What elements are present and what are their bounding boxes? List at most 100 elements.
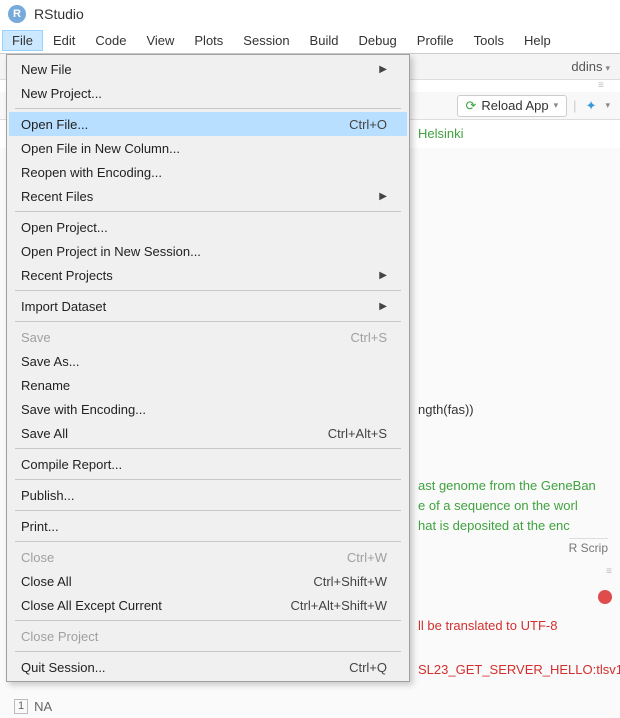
menu-build[interactable]: Build	[300, 30, 349, 51]
pane-separator: |	[573, 98, 576, 113]
menuitem-shortcut: Ctrl+Q	[349, 660, 387, 675]
menuitem-label: Recent Projects	[21, 268, 379, 283]
menu-separator	[15, 651, 401, 652]
menuitem-shortcut: Ctrl+Alt+Shift+W	[291, 598, 387, 613]
menuitem-quit-session[interactable]: Quit Session... Ctrl+Q	[9, 655, 407, 679]
menu-plots[interactable]: Plots	[184, 30, 233, 51]
menuitem-recent-files[interactable]: Recent Files▶	[9, 184, 407, 208]
menuitem-label: Save with Encoding...	[21, 402, 387, 417]
menuitem-import-dataset[interactable]: Import Dataset▶	[9, 294, 407, 318]
menuitem-shortcut: Ctrl+S	[351, 330, 387, 345]
menu-profile[interactable]: Profile	[407, 30, 464, 51]
menu-edit[interactable]: Edit	[43, 30, 85, 51]
menu-code[interactable]: Code	[85, 30, 136, 51]
menu-separator	[15, 479, 401, 480]
menuitem-close: Close Ctrl+W	[9, 545, 407, 569]
reload-app-button[interactable]: ⟳ Reload App ▾	[457, 95, 568, 117]
menuitem-new-project[interactable]: New Project...	[9, 81, 407, 105]
menuitem-recent-projects[interactable]: Recent Projects▶	[9, 263, 407, 287]
menuitem-close-all-except-current[interactable]: Close All Except Current Ctrl+Alt+Shift+W	[9, 593, 407, 617]
menuitem-save-with-encoding[interactable]: Save with Encoding...	[9, 397, 407, 421]
menuitem-open-file[interactable]: Open File... Ctrl+O	[9, 112, 407, 136]
menuitem-label: Import Dataset	[21, 299, 379, 314]
menu-separator	[15, 321, 401, 322]
status-row: 1 NA	[14, 699, 52, 714]
menuitem-close-all[interactable]: Close AllCtrl+Shift+W	[9, 569, 407, 593]
menu-separator	[15, 510, 401, 511]
menuitem-label: Recent Files	[21, 189, 379, 204]
menu-separator	[15, 620, 401, 621]
menu-separator	[15, 541, 401, 542]
menuitem-save-all[interactable]: Save All Ctrl+Alt+S	[9, 421, 407, 445]
menuitem-rename[interactable]: Rename	[9, 373, 407, 397]
stop-icon[interactable]	[598, 590, 612, 604]
menuitem-label: Save As...	[21, 354, 387, 369]
submenu-arrow-icon: ▶	[379, 64, 387, 75]
tool-icon[interactable]: ✦	[583, 98, 600, 114]
code-lower: ngth(fas)) ast genome from the GeneBan e…	[418, 400, 616, 536]
menuitem-open-file-in-new-column[interactable]: Open File in New Column...	[9, 136, 407, 160]
status-value: NA	[34, 699, 52, 714]
submenu-arrow-icon: ▶	[379, 191, 387, 202]
menuitem-publish[interactable]: Publish...	[9, 483, 407, 507]
menu-separator	[15, 211, 401, 212]
menuitem-label: New Project...	[21, 86, 387, 101]
menuitem-label: Close	[21, 550, 317, 565]
submenu-arrow-icon: ▶	[379, 270, 387, 281]
reload-icon: ⟳	[466, 98, 477, 114]
submenu-arrow-icon: ▶	[379, 301, 387, 312]
menuitem-label: Rename	[21, 378, 387, 393]
code-fragment: ngth(fas))	[418, 400, 616, 420]
menuitem-label: Print...	[21, 519, 387, 534]
menuitem-label: Save	[21, 330, 321, 345]
tab-rscript[interactable]: R Scrip	[569, 538, 608, 555]
menuitem-label: New File	[21, 62, 379, 77]
code-comment: e of a sequence on the worl	[418, 496, 616, 516]
menu-debug[interactable]: Debug	[348, 30, 406, 51]
menuitem-label: Open File...	[21, 117, 319, 132]
app-icon: R	[8, 5, 26, 23]
chevron-down-icon[interactable]: ▾	[605, 100, 610, 111]
menu-separator	[15, 108, 401, 109]
menu-session[interactable]: Session	[233, 30, 299, 51]
menuitem-shortcut: Ctrl+W	[347, 550, 387, 565]
menu-separator	[15, 290, 401, 291]
menu-separator	[15, 448, 401, 449]
menu-view[interactable]: View	[136, 30, 184, 51]
menuitem-label: Open Project...	[21, 220, 387, 235]
menuitem-new-file[interactable]: New File▶	[9, 57, 407, 81]
menu-bar: FileEditCodeViewPlotsSessionBuildDebugPr…	[0, 28, 620, 54]
code-comment: hat is deposited at the enc	[418, 516, 616, 536]
file-menu-dropdown: New File▶New Project...Open File...Ctrl+…	[6, 54, 410, 682]
menuitem-label: Quit Session...	[21, 660, 319, 675]
menuitem-label: Compile Report...	[21, 457, 387, 472]
code-comment: Helsinki	[418, 124, 612, 144]
menuitem-close-project: Close Project	[9, 624, 407, 648]
menuitem-shortcut: Ctrl+Alt+S	[328, 426, 387, 441]
menuitem-shortcut: Ctrl+O	[349, 117, 387, 132]
menuitem-label: Open Project in New Session...	[21, 244, 387, 259]
reload-label: Reload App	[481, 98, 548, 113]
menuitem-reopen-with-encoding[interactable]: Reopen with Encoding...	[9, 160, 407, 184]
menuitem-label: Publish...	[21, 488, 387, 503]
pane-grip-icon[interactable]: ≡	[598, 80, 614, 86]
menu-help[interactable]: Help	[514, 30, 561, 51]
menuitem-label: Save All	[21, 426, 298, 441]
menuitem-shortcut: Ctrl+Shift+W	[313, 574, 387, 589]
console-error: SL23_GET_SERVER_HELLO:tlsv1	[418, 658, 616, 682]
menu-tools[interactable]: Tools	[464, 30, 514, 51]
menuitem-label: Close All Except Current	[21, 598, 261, 613]
menuitem-save-as[interactable]: Save As...	[9, 349, 407, 373]
menuitem-open-project-in-new-session[interactable]: Open Project in New Session...	[9, 239, 407, 263]
code-comment: ast genome from the GeneBan	[418, 476, 616, 496]
menuitem-label: Open File in New Column...	[21, 141, 387, 156]
addins-button[interactable]: ddins	[571, 59, 610, 74]
menu-file[interactable]: File	[2, 30, 43, 51]
status-index: 1	[14, 699, 28, 714]
menuitem-print[interactable]: Print...	[9, 514, 407, 538]
pane-grip-icon[interactable]: ≡	[606, 566, 612, 577]
title-bar: R RStudio	[0, 0, 620, 28]
menuitem-open-project[interactable]: Open Project...	[9, 215, 407, 239]
menuitem-label: Close Project	[21, 629, 387, 644]
menuitem-compile-report[interactable]: Compile Report...	[9, 452, 407, 476]
